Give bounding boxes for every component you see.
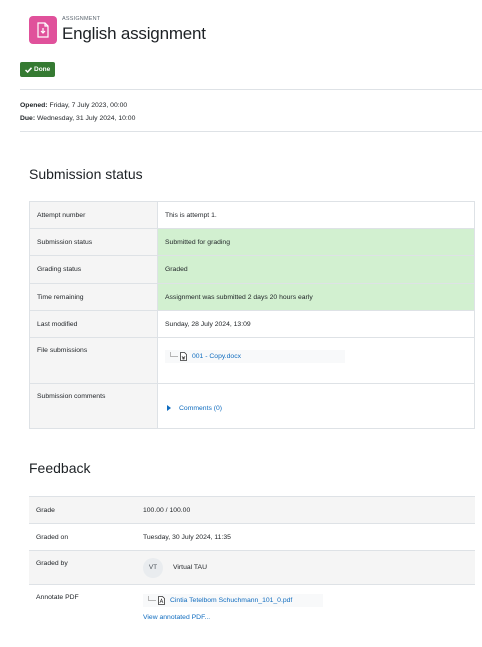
file-item: Cintia Tetelbom Schuchmann_101_0.pdf (143, 594, 323, 607)
feedback-heading: Feedback (29, 460, 91, 476)
table-row: Submission status Submitted for grading (29, 228, 475, 256)
annotated-file-link[interactable]: Cintia Tetelbom Schuchmann_101_0.pdf (170, 597, 292, 604)
file-submissions-cell: 001 - Copy.docx (157, 337, 475, 384)
comments-toggle[interactable]: Comments (0) (167, 405, 467, 412)
annotate-pdf-cell: Cintia Tetelbom Schuchmann_101_0.pdf Vie… (136, 584, 475, 635)
table-row: Attempt number This is attempt 1. (29, 201, 475, 229)
table-row: Annotate PDF Cintia Tetelbom Schuchmann_… (29, 584, 475, 635)
completion-label: Done (34, 66, 51, 73)
table-row: Last modified Sunday, 28 July 2024, 13:0… (29, 310, 475, 338)
completion-badge: Done (20, 62, 56, 77)
table-row: Graded by VT Virtual TAU (29, 550, 475, 585)
grader-name: Virtual TAU (173, 564, 207, 571)
comments-link[interactable]: Comments (0) (179, 405, 222, 412)
graded-by-cell: VT Virtual TAU (136, 550, 475, 585)
grading-status-value: Graded (157, 255, 475, 284)
due-date: Wednesday, 31 July 2024, 10:00 (37, 115, 136, 122)
table-row: Grading status Graded (29, 255, 475, 284)
view-annotated-pdf-link[interactable]: View annotated PDF... (143, 614, 468, 621)
row-label: Submission comments (29, 383, 158, 429)
activity-type-label: ASSIGNMENT (62, 16, 101, 22)
document-icon (180, 352, 187, 361)
row-label: Grade (29, 496, 136, 524)
table-row: Grade 100.00 / 100.00 (29, 496, 475, 524)
row-label: Graded on (29, 523, 136, 551)
last-modified-value: Sunday, 28 July 2024, 13:09 (157, 310, 475, 338)
table-row: Time remaining Assignment was submitted … (29, 283, 475, 311)
file-item: 001 - Copy.docx (165, 350, 345, 363)
submission-comments-cell: Comments (0) (157, 383, 475, 429)
row-label: Attempt number (29, 201, 158, 229)
opened-date: Friday, 7 July 2023, 00:00 (49, 102, 128, 109)
submission-status-heading: Submission status (29, 166, 143, 182)
tree-connector (148, 596, 156, 601)
due-label: Due: (20, 115, 36, 122)
row-label: Submission status (29, 228, 158, 256)
activity-dates: Opened: Friday, 7 July 2023, 00:00 Due: … (20, 99, 135, 125)
row-label: Last modified (29, 310, 158, 338)
row-label: File submissions (29, 337, 158, 384)
submitted-file-link[interactable]: 001 - Copy.docx (192, 353, 241, 360)
table-row: Graded on Tuesday, 30 July 2024, 11:35 (29, 523, 475, 551)
avatar: VT (143, 557, 163, 578)
attempt-number-value: This is attempt 1. (157, 201, 475, 229)
divider (20, 89, 482, 90)
time-remaining-value: Assignment was submitted 2 days 20 hours… (157, 283, 475, 311)
row-label: Graded by (29, 550, 136, 585)
caret-right-icon (167, 405, 171, 411)
row-label: Grading status (29, 255, 158, 284)
submission-status-table: Attempt number This is attempt 1. Submis… (29, 201, 475, 429)
table-row: File submissions 001 - Copy.docx (29, 337, 475, 384)
page-title: English assignment (62, 24, 206, 43)
table-row: Submission comments Comments (0) (29, 383, 475, 429)
assignment-icon (29, 16, 57, 44)
grade-value: 100.00 / 100.00 (136, 496, 475, 524)
activity-header: ASSIGNMENT English assignment (29, 14, 206, 44)
row-label: Annotate PDF (29, 584, 136, 635)
row-label: Time remaining (29, 283, 158, 311)
feedback-table: Grade 100.00 / 100.00 Graded on Tuesday,… (29, 496, 475, 635)
submission-status-value: Submitted for grading (157, 228, 475, 256)
graded-on-value: Tuesday, 30 July 2024, 11:35 (136, 523, 475, 551)
tree-connector (170, 352, 178, 357)
checkmark-icon (25, 66, 32, 73)
divider (20, 131, 482, 132)
opened-label: Opened: (20, 102, 48, 109)
pdf-icon (158, 596, 165, 605)
